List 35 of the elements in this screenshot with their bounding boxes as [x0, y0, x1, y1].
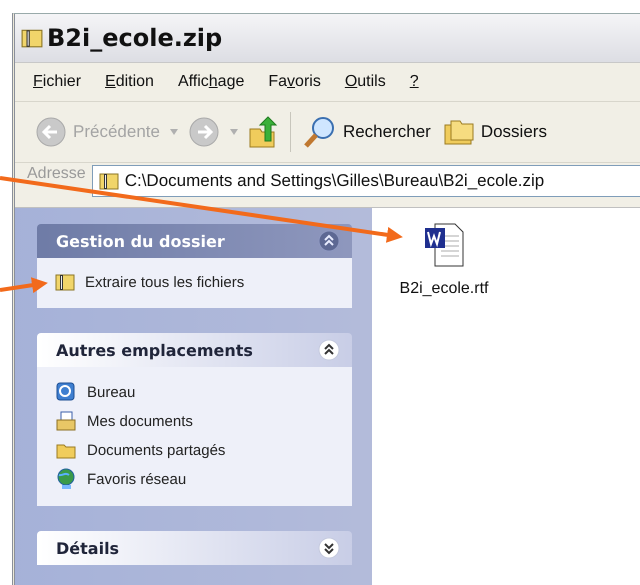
- panel-title: Gestion du dossier: [56, 232, 225, 250]
- panel-header[interactable]: Autres emplacements: [37, 333, 352, 367]
- up-folder-icon: [248, 115, 278, 149]
- panel-title: Autres emplacements: [56, 340, 253, 360]
- zip-folder-icon: [98, 171, 119, 191]
- search-icon: [302, 115, 337, 149]
- menu-item[interactable]: Outils: [344, 73, 386, 91]
- search-button[interactable]: Rechercher: [300, 113, 433, 151]
- collapse-chevron-icon[interactable]: [318, 339, 340, 361]
- panel-title: Détails: [56, 538, 120, 558]
- menu-item[interactable]: Favoris: [268, 73, 321, 91]
- zip-folder-icon: [21, 27, 43, 49]
- desktop-icon: [55, 381, 77, 403]
- task-link[interactable]: Documents partagés: [55, 439, 352, 461]
- word-document-icon[interactable]: [423, 222, 465, 268]
- task-link[interactable]: Bureau: [55, 381, 352, 403]
- address-field[interactable]: C:\Documents and Settings\Gilles\Bureau\B2i_ecole.zip: [92, 165, 640, 197]
- task-link[interactable]: Mes documents: [55, 410, 352, 432]
- address-label: Adresse: [27, 165, 86, 183]
- task-link[interactable]: Extraire tous les fichiers: [55, 272, 352, 292]
- window-title: B2i_ecole.zip: [47, 24, 222, 52]
- menu-item[interactable]: Edition: [105, 73, 154, 91]
- zip-folder-icon: [55, 272, 75, 292]
- panel-header[interactable]: Gestion du dossier: [37, 224, 352, 258]
- folders-button[interactable]: Dossiers: [440, 115, 549, 149]
- panel-header[interactable]: Détails: [37, 531, 352, 565]
- annotation-arrow: [0, 277, 48, 294]
- menu-item[interactable]: Affichage: [178, 73, 244, 91]
- globe-icon: [55, 468, 77, 490]
- menu-item[interactable]: ?: [410, 73, 419, 91]
- document-folder-icon: [55, 410, 77, 432]
- task-link[interactable]: Favoris réseau: [55, 468, 352, 490]
- file-name[interactable]: B2i_ecole.rtf: [400, 280, 488, 298]
- expand-chevron-icon[interactable]: [318, 537, 340, 559]
- menu-item[interactable]: Fichier: [33, 73, 82, 91]
